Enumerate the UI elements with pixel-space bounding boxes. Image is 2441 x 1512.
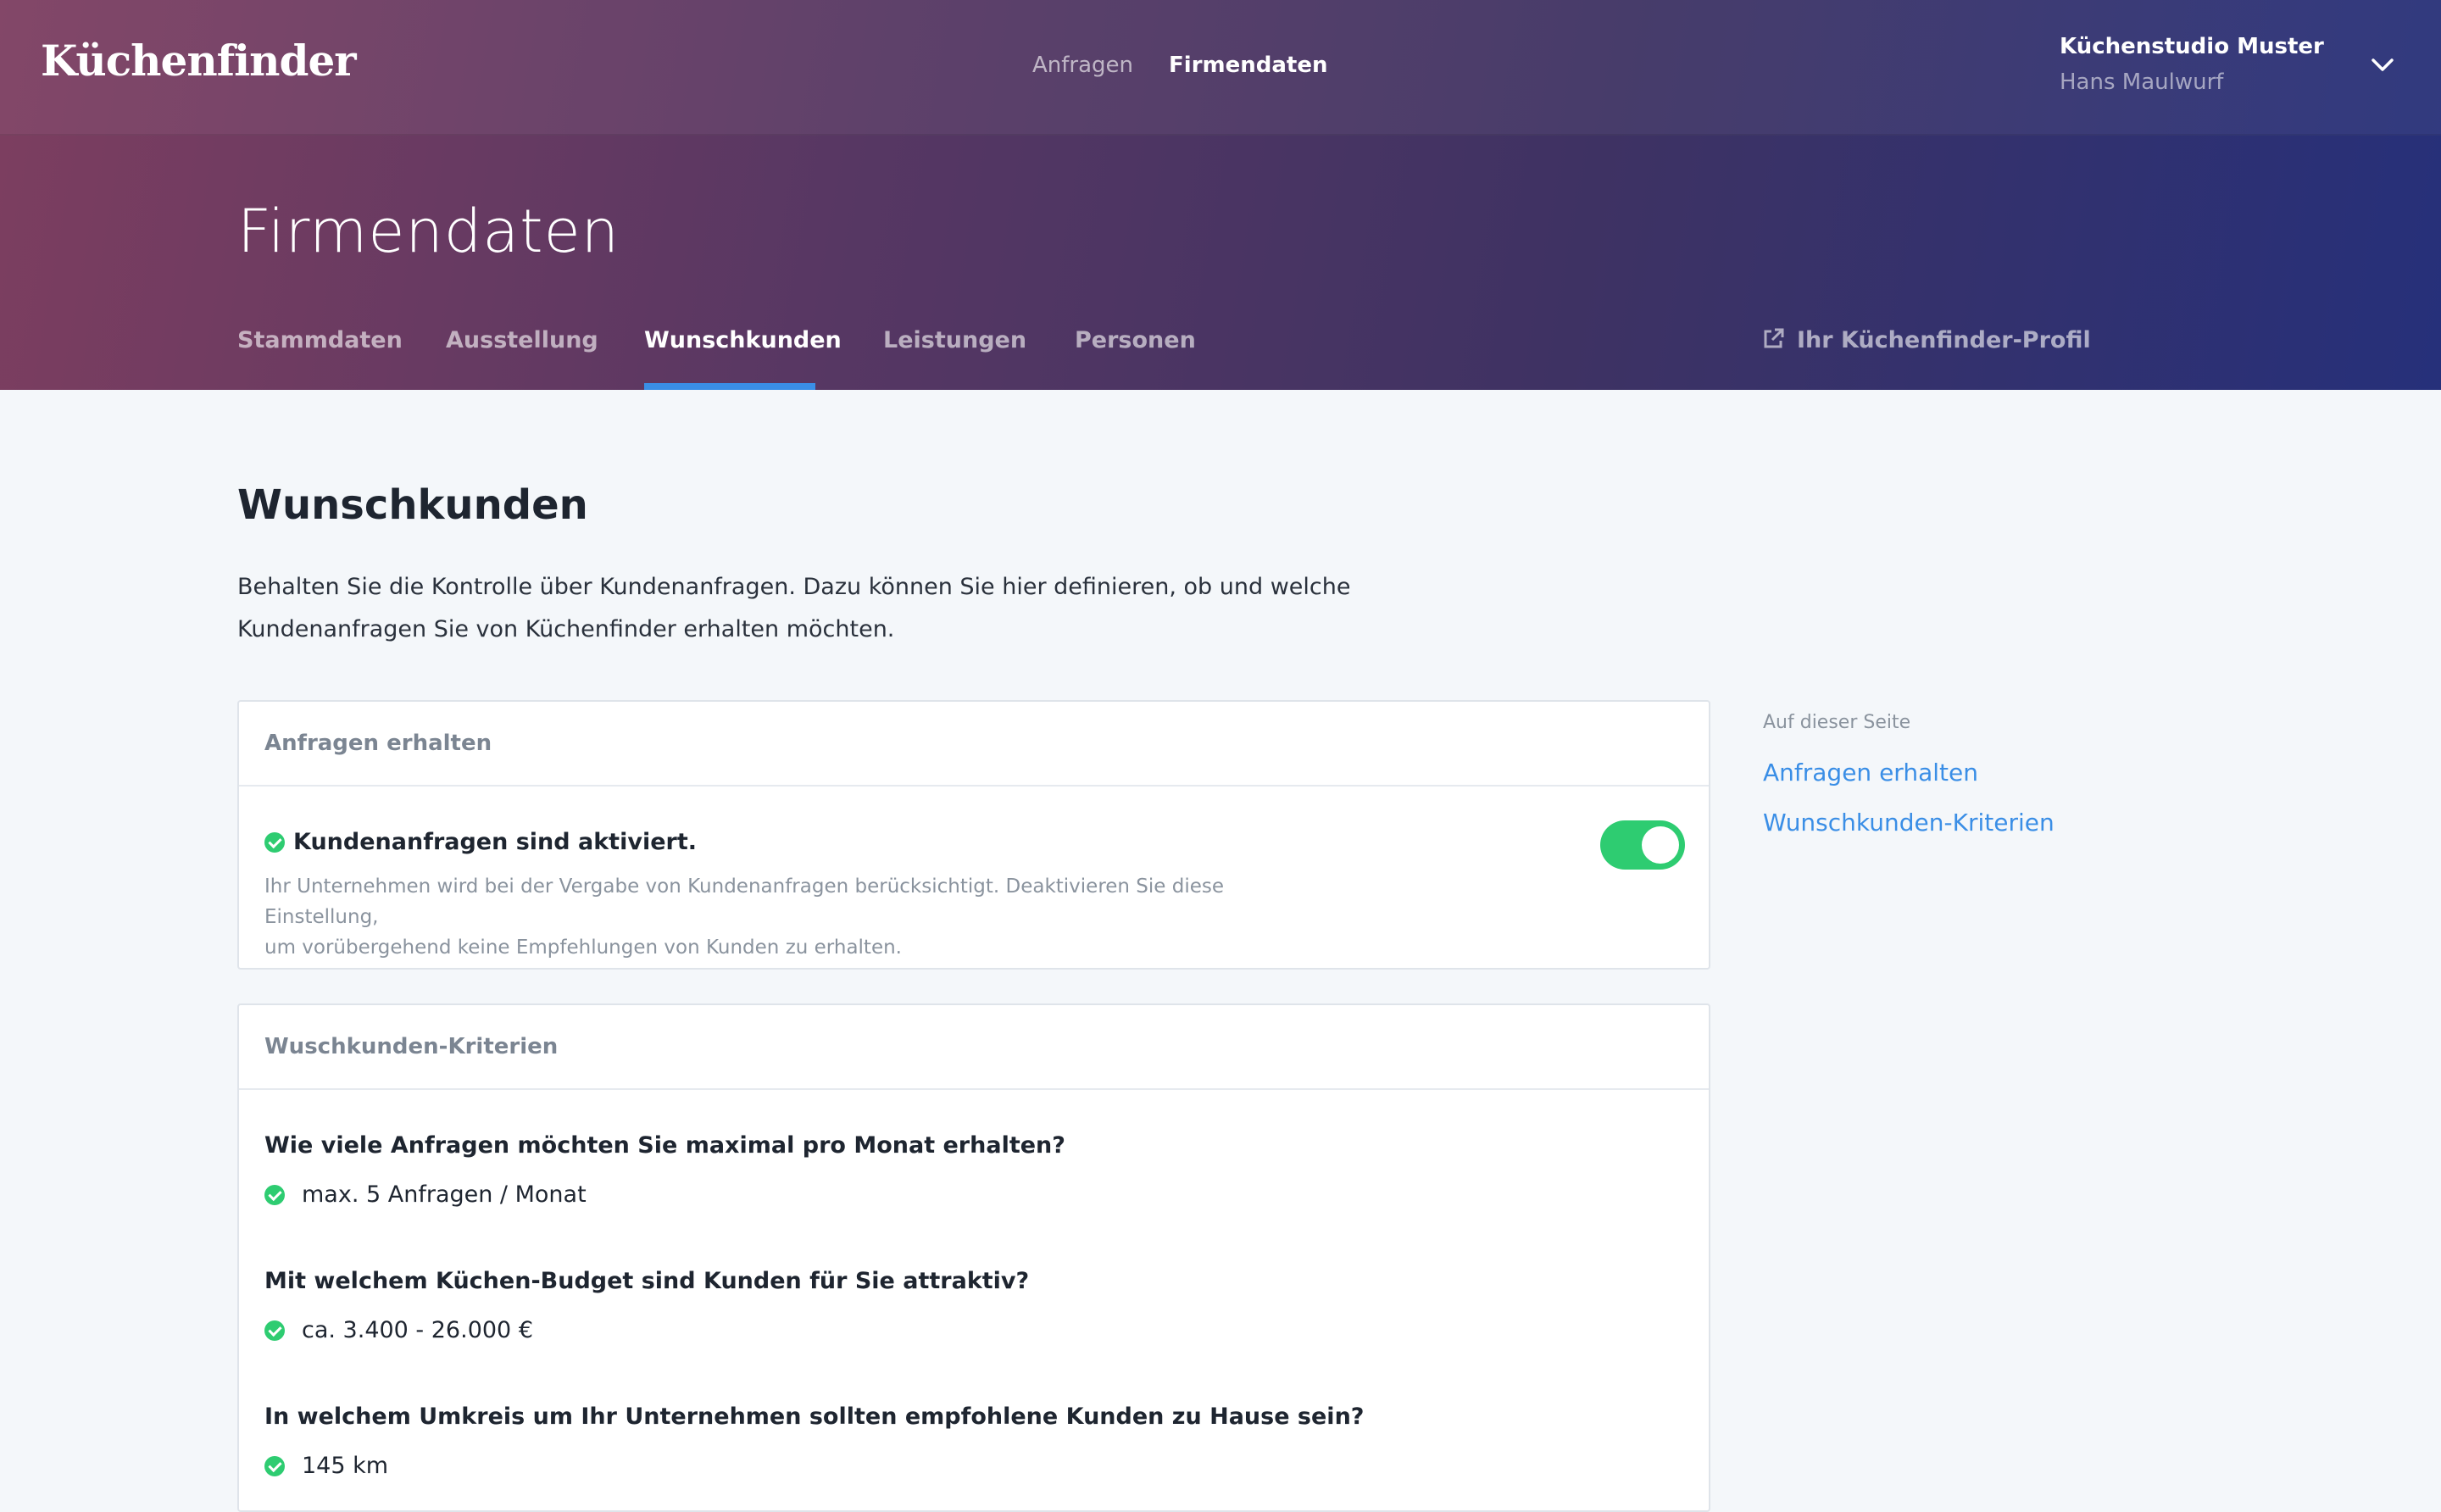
criteria-card-title: Wuschkunden-Kriterien bbox=[239, 1005, 1709, 1090]
nav-firmendaten[interactable]: Firmendaten bbox=[1169, 53, 1327, 78]
chevron-down-icon[interactable] bbox=[2370, 56, 2395, 75]
profile-link-label: Ihr Küchenfinder-Profil bbox=[1797, 327, 2091, 353]
check-icon bbox=[264, 1184, 285, 1205]
criteria-question: Wie viele Anfragen möchten Sie maximal p… bbox=[264, 1132, 1065, 1159]
requests-toggle[interactable] bbox=[1600, 820, 1685, 870]
criteria-answer: 145 km bbox=[264, 1453, 388, 1479]
intro-line-2: Kundenanfragen Sie von Küchenfinder erha… bbox=[237, 616, 895, 642]
requests-card-title: Anfragen erhalten bbox=[239, 702, 1709, 787]
account-company: Küchenstudio Muster bbox=[2060, 34, 2324, 59]
tab-leistungen[interactable]: Leistungen bbox=[883, 327, 1026, 390]
check-icon bbox=[264, 1455, 285, 1476]
criteria-answer: ca. 3.400 - 26.000 € bbox=[264, 1317, 533, 1343]
requests-status-text: Kundenanfragen sind aktiviert. bbox=[293, 829, 697, 855]
toc-link-kriterien[interactable]: Wunschkunden-Kriterien bbox=[1763, 809, 2055, 837]
criteria-answer: max. 5 Anfragen / Monat bbox=[264, 1181, 587, 1208]
external-link-icon bbox=[1764, 328, 1784, 348]
section-title: Wunschkunden bbox=[237, 481, 588, 529]
requests-description: Ihr Unternehmen wird bei der Vergabe von… bbox=[264, 871, 1315, 963]
tab-wunschkunden[interactable]: Wunschkunden bbox=[644, 327, 842, 390]
check-icon bbox=[264, 831, 285, 853]
criteria-question: In welchem Umkreis um Ihr Unternehmen so… bbox=[264, 1404, 1365, 1430]
requests-card: Anfragen erhalten Kundenanfragen sind ak… bbox=[237, 700, 1710, 970]
requests-desc-line-2: um vorübergehend keine Empfehlungen von … bbox=[264, 937, 902, 959]
toc-link-anfragen[interactable]: Anfragen erhalten bbox=[1763, 759, 2055, 787]
criteria-answer-text: 145 km bbox=[302, 1453, 389, 1479]
requests-desc-line-1: Ihr Unternehmen wird bei der Vergabe von… bbox=[264, 876, 1225, 928]
page-title: Firmendaten bbox=[237, 197, 620, 266]
nav-anfragen[interactable]: Anfragen bbox=[1032, 53, 1133, 78]
top-bar: Küchenfinder Anfragen Firmendaten Küchen… bbox=[0, 0, 2441, 136]
check-icon bbox=[264, 1320, 285, 1341]
requests-status: Kundenanfragen sind aktiviert. bbox=[264, 829, 697, 855]
section-intro: Behalten Sie die Kontrolle über Kundenan… bbox=[237, 566, 1382, 651]
page-header: Küchenfinder Anfragen Firmendaten Küchen… bbox=[0, 0, 2441, 390]
account-user: Hans Maulwurf bbox=[2060, 69, 2224, 95]
toggle-knob bbox=[1642, 826, 1679, 864]
toc-label: Auf dieser Seite bbox=[1763, 712, 1911, 733]
tab-personen[interactable]: Personen bbox=[1075, 327, 1196, 390]
intro-line-1: Behalten Sie die Kontrolle über Kundenan… bbox=[237, 574, 1351, 600]
criteria-answer-text: ca. 3.400 - 26.000 € bbox=[302, 1317, 533, 1343]
criteria-answer-text: max. 5 Anfragen / Monat bbox=[302, 1181, 587, 1208]
account-menu[interactable]: Küchenstudio Muster Hans Maulwurf bbox=[2060, 34, 2324, 95]
profile-link[interactable]: Ihr Küchenfinder-Profil bbox=[1761, 327, 2091, 353]
main-nav: Anfragen Firmendaten bbox=[1032, 53, 1328, 78]
page-toc: Auf dieser Seite Anfragen erhalten Wunsc… bbox=[1763, 712, 2055, 837]
criteria-card: Wuschkunden-Kriterien Wie viele Anfragen… bbox=[237, 1003, 1710, 1512]
logo[interactable]: Küchenfinder bbox=[41, 36, 357, 86]
tab-ausstellung[interactable]: Ausstellung bbox=[446, 327, 598, 390]
criteria-question: Mit welchem Küchen-Budget sind Kunden fü… bbox=[264, 1268, 1030, 1294]
tab-stammdaten[interactable]: Stammdaten bbox=[237, 327, 403, 390]
